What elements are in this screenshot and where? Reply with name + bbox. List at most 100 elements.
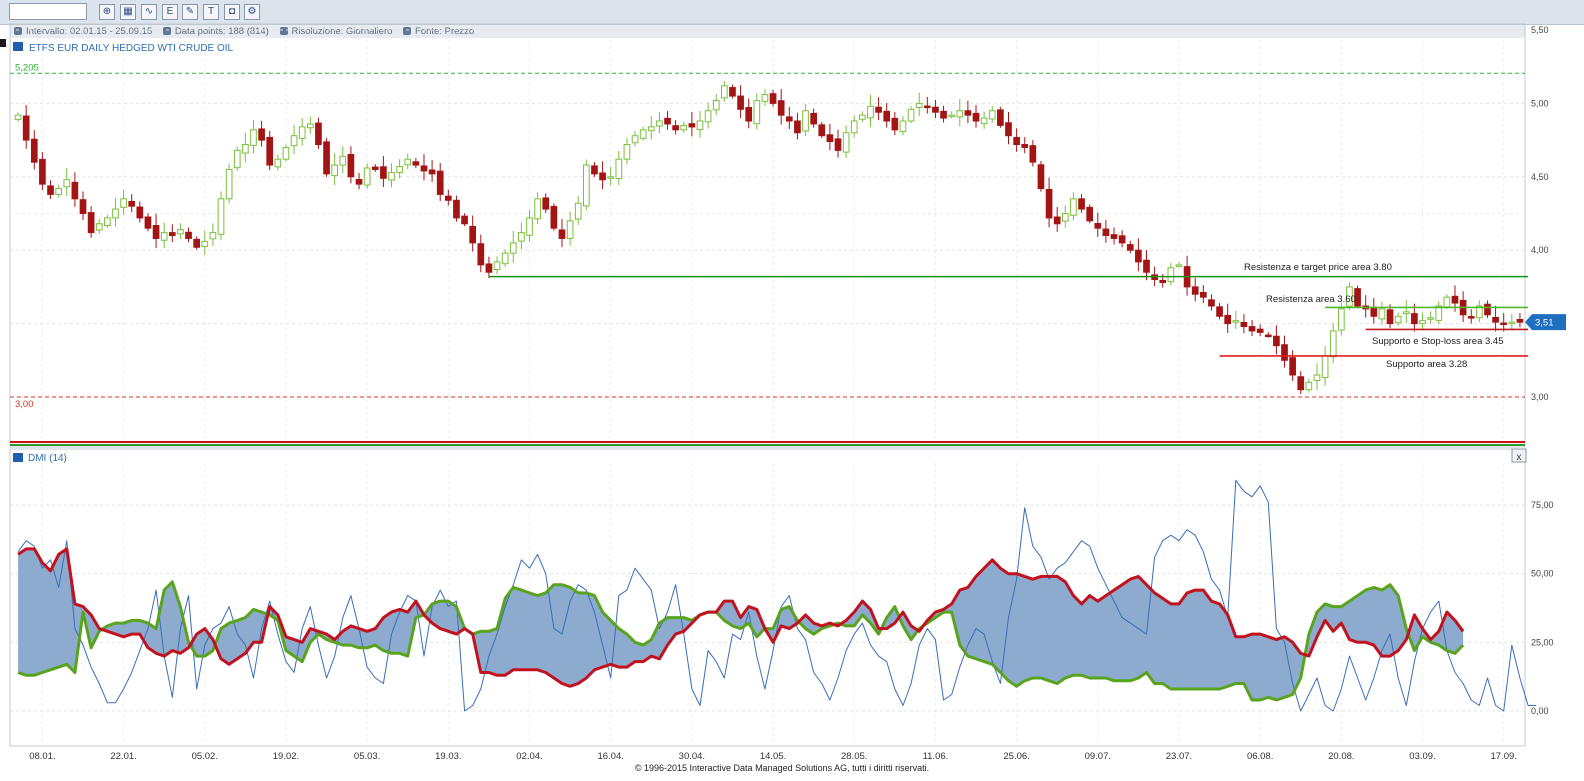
candle-body: [339, 155, 347, 166]
candle-body: [1313, 374, 1321, 382]
x-tick-label: 25.06.: [1003, 751, 1029, 762]
candle-body: [1402, 311, 1410, 315]
adx-line: [17, 479, 1537, 712]
candle-body: [1370, 306, 1378, 317]
candle-body: [1021, 144, 1029, 148]
candle-body: [493, 261, 501, 271]
candle-body: [112, 208, 119, 219]
candle-body: [802, 110, 809, 132]
candle-body: [1492, 316, 1499, 323]
candle-body: [696, 120, 704, 131]
candle-body: [217, 198, 225, 235]
candle-body: [233, 149, 241, 169]
candle-body: [453, 199, 460, 219]
candle-body: [298, 126, 306, 139]
candle-body: [250, 129, 257, 146]
candle-body: [1143, 259, 1150, 273]
dmi-legend-swatch: [13, 453, 23, 462]
candle-body: [1232, 320, 1240, 323]
candle-body: [412, 161, 420, 166]
candle-body: [550, 205, 558, 229]
x-tick-label: 06.08.: [1247, 751, 1273, 762]
candle-body: [1378, 308, 1386, 320]
candle-body: [1508, 321, 1516, 325]
candle-body: [656, 120, 663, 127]
x-tick-label: 11.06.: [923, 751, 949, 762]
candle-body: [1427, 317, 1434, 320]
candle-body: [177, 229, 184, 235]
candle-body: [1053, 216, 1061, 225]
candle-body: [688, 123, 696, 128]
candle-body: [761, 94, 769, 102]
annotation-label: Supporto e Stop-loss area 3.45: [1372, 336, 1504, 347]
candle-body: [680, 124, 688, 131]
candle-body: [1329, 330, 1337, 358]
candle-body: [883, 110, 891, 122]
candle-body: [542, 197, 550, 210]
candle-body: [363, 167, 371, 186]
candle-body: [22, 115, 30, 141]
candle-body: [201, 240, 209, 247]
candle-body: [136, 206, 144, 219]
annotation-label: Resistenza e target price area 3.80: [1244, 262, 1392, 273]
candle-body: [566, 220, 574, 239]
x-tick-label: 19.02.: [273, 751, 299, 762]
candle-body: [997, 109, 1004, 126]
price-tick-label: 5,00: [1531, 98, 1549, 108]
candle-body: [225, 168, 233, 200]
candle-body: [404, 158, 412, 166]
candle-body: [323, 141, 330, 175]
x-tick-label: 14.05.: [760, 751, 786, 762]
candle-body: [850, 120, 858, 134]
dmi-tick-label: 0,00: [1531, 706, 1549, 716]
chart-area: 5,205 3,00 Resistenza e target price area …: [0, 23, 1566, 773]
candle-body: [615, 158, 623, 180]
candle-body: [623, 144, 631, 160]
dmi-indicator: [17, 479, 1537, 712]
candle-body: [95, 223, 103, 231]
candle-body: [704, 110, 712, 123]
x-tick-label: 03.09.: [1409, 751, 1435, 762]
candle-body: [420, 165, 428, 172]
candle-body: [956, 110, 964, 118]
candle-body: [518, 232, 525, 242]
candle-body: [185, 231, 192, 239]
candle-body: [826, 134, 834, 143]
candle-body: [867, 105, 874, 119]
candle-body: [834, 138, 842, 151]
candle-body: [355, 178, 363, 185]
candle-body: [1086, 206, 1094, 222]
x-tick-label: 16.04.: [597, 751, 623, 762]
candle-body: [1484, 303, 1491, 316]
candle-body: [1208, 299, 1215, 307]
candle-body: [104, 217, 111, 227]
candle-body: [729, 87, 736, 97]
candle-body: [1216, 306, 1223, 317]
copyright-footer: © 1996-2015 Interactive Data Managed Sol…: [635, 763, 929, 773]
candle-body: [168, 232, 176, 237]
candle-body: [1102, 228, 1110, 237]
candle-body: [160, 232, 168, 241]
candle-body: [1419, 320, 1426, 325]
candle-body: [1337, 308, 1345, 331]
candle-body: [461, 215, 468, 225]
candle-body: [875, 106, 882, 113]
candle-body: [639, 129, 647, 139]
candle-body: [964, 110, 972, 116]
candle-body: [647, 126, 655, 132]
candle-body: [1070, 198, 1077, 216]
candle-body: [915, 102, 923, 109]
candle-body: [1167, 267, 1175, 283]
candle-body: [1500, 322, 1508, 326]
x-tick-label: 05.02.: [192, 751, 218, 762]
candle-body: [485, 263, 493, 273]
candle-body: [152, 225, 160, 239]
candle-body: [1094, 222, 1102, 229]
candle-body: [712, 99, 720, 111]
separator-bar-green: [10, 444, 1525, 446]
candle-body: [526, 217, 533, 236]
x-tick-label: 23.07.: [1166, 751, 1192, 762]
candle-body: [1256, 328, 1264, 333]
candle-body: [1467, 316, 1475, 319]
candle-body: [899, 120, 907, 133]
